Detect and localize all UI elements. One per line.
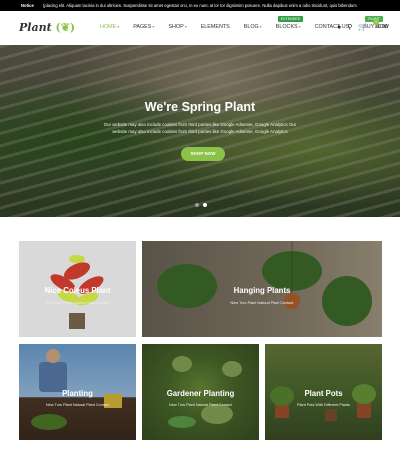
nav-item-home[interactable]: HOME▾	[100, 24, 119, 30]
nav-item-blog[interactable]: BLOG▾	[244, 24, 262, 30]
nav-label: BLOG	[243, 24, 259, 30]
category-title: Planting	[62, 389, 93, 398]
nav-label: PAGES	[133, 24, 152, 30]
category-card-planting[interactable]: Planting New Turs Plant Natural Plant Co…	[19, 344, 136, 440]
category-card-hanging[interactable]: Hanging Plants New Turs Plant Natural Pl…	[142, 241, 382, 337]
cart-icon[interactable]: 🛒 0	[358, 19, 380, 31]
category-subtitle: Plant Pots With Different Plants	[297, 403, 350, 407]
nav-label: SHOP	[168, 24, 184, 30]
category-title: Gardener Planting	[166, 389, 235, 398]
category-subtitle: New Turs Plant Natural Plant Contact	[230, 301, 294, 305]
nav-label: BLOCKS	[275, 24, 298, 30]
logo[interactable]: Plant (❦)	[19, 21, 75, 34]
chevron-down-icon: ▾	[117, 24, 120, 29]
logo-text: Plant	[19, 21, 52, 34]
hero-slider[interactable]: We're Spring Plant Our website may also …	[0, 45, 400, 217]
nav-label: HOME	[100, 24, 117, 30]
slider-dots	[195, 203, 211, 207]
notice-text: (placing elit. Aliquam lacinia in dui ul…	[42, 3, 357, 8]
notice-label: Notice	[21, 3, 34, 8]
chevron-down-icon: ▾	[184, 24, 187, 29]
slider-dot-1[interactable]	[195, 203, 199, 207]
category-title: Hanging Plants	[233, 286, 291, 295]
nav-item-shop[interactable]: SHOP▾	[168, 24, 186, 30]
site-header: Plant (❦) HOME▾ PAGES▾ SHOP▾ ELEMENTS BL…	[0, 11, 400, 45]
cart-total[interactable]: £0.00	[375, 24, 388, 30]
category-title: Nice Coleus Plant	[44, 286, 111, 295]
user-icon[interactable]: ●	[337, 24, 341, 31]
category-subtitle: New Turs Plant Natural Plant Contact	[46, 403, 109, 407]
category-title: Plant Pots	[304, 389, 343, 398]
category-card-gardener[interactable]: Gardener Planting New Turs Plant Natural…	[142, 344, 259, 440]
shop-now-button[interactable]: SHOP NOW	[181, 147, 225, 161]
slider-dot-2[interactable]	[203, 203, 207, 207]
category-card-pots[interactable]: Plant Pots Plant Pots With Different Pla…	[265, 344, 382, 440]
nav-tag-extended: EXTENDED	[277, 16, 304, 22]
nav-item-elements[interactable]: ELEMENTS	[201, 24, 230, 30]
header-icons: ● ⚲ 🛒 0 £0.00	[337, 19, 394, 31]
chevron-down-icon: ▾	[298, 24, 301, 29]
search-icon[interactable]: ⚲	[347, 23, 352, 31]
category-subtitle: New Turs Fluffy Coleus Plant Contact	[45, 301, 110, 305]
chevron-down-icon: ▾	[259, 24, 262, 29]
notice-bar: Notice (placing elit. Aliquam lacinia in…	[0, 0, 400, 11]
category-card-coleus[interactable]: Nice Coleus Plant New Turs Fluffy Coleus…	[19, 241, 136, 337]
category-subtitle: New Turs Plant Natural Plant Contact	[169, 403, 232, 407]
hero-title: We're Spring Plant	[144, 100, 256, 114]
sprout-icon: (❦)	[55, 21, 76, 34]
chevron-down-icon: ▾	[152, 24, 155, 29]
nav-label: ELEMENTS	[200, 24, 230, 30]
nav-item-pages[interactable]: PAGES▾	[133, 24, 154, 30]
nav-item-blocks[interactable]: EXTENDED BLOCKS▾	[275, 16, 304, 30]
hero-text: Our website may also include cookies fro…	[103, 122, 297, 134]
